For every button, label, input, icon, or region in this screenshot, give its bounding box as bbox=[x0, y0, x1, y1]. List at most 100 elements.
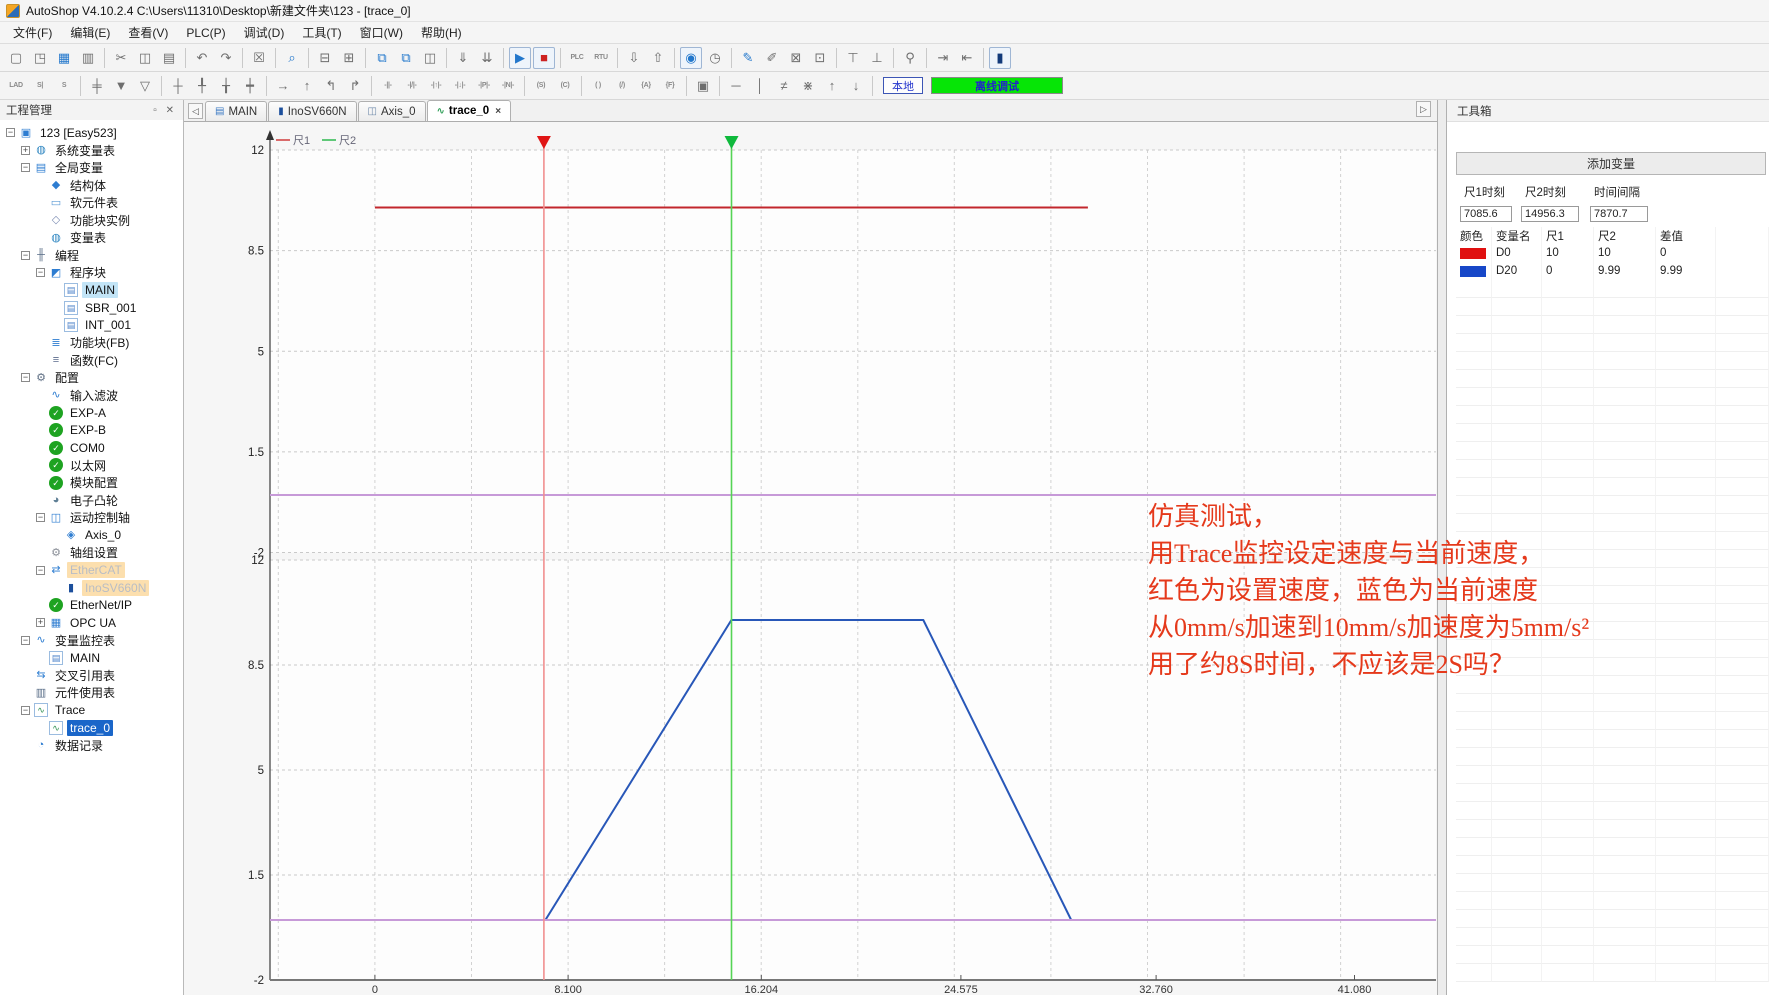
tree-item-编程[interactable]: −╫编程 bbox=[0, 247, 183, 265]
expand-icon[interactable]: + bbox=[36, 618, 45, 627]
tree-item-SBR_001[interactable]: ▤SBR_001 bbox=[0, 299, 183, 317]
menu-item-2[interactable]: 编辑(E) bbox=[61, 22, 119, 43]
expand-icon[interactable]: + bbox=[21, 146, 30, 155]
tree-item-配置[interactable]: −⚙配置 bbox=[0, 369, 183, 387]
open-project-icon[interactable]: ◳ bbox=[29, 47, 51, 69]
tree-item-EXP-B[interactable]: ✓EXP-B bbox=[0, 422, 183, 440]
tree-item-功能块实例[interactable]: ◇功能块实例 bbox=[0, 212, 183, 230]
tree-item-函数(FC)[interactable]: ≡函数(FC) bbox=[0, 352, 183, 370]
tab-MAIN[interactable]: ▤MAIN bbox=[205, 101, 267, 121]
collapse-icon[interactable]: − bbox=[21, 251, 30, 260]
step-out-icon[interactable]: ⇤ bbox=[956, 47, 978, 69]
wire-double-icon[interactable]: ┿ bbox=[239, 75, 261, 97]
tree-item-功能块(FB)[interactable]: ≣功能块(FB) bbox=[0, 334, 183, 352]
copy-icon[interactable]: ◫ bbox=[134, 47, 156, 69]
collapse-icon[interactable]: − bbox=[36, 566, 45, 575]
tree-item-INT_001[interactable]: ▤INT_001 bbox=[0, 317, 183, 335]
tree-item-以太网[interactable]: ✓以太网 bbox=[0, 457, 183, 475]
redo-icon[interactable]: ↷ bbox=[215, 47, 237, 69]
block-a-icon[interactable]: {A} bbox=[635, 75, 657, 97]
tree-item-MAIN[interactable]: ▤MAIN bbox=[0, 649, 183, 667]
line-up-icon[interactable]: ↑ bbox=[296, 75, 318, 97]
ruler-field-value[interactable]: 7085.6 bbox=[1460, 206, 1512, 222]
menu-item-4[interactable]: PLC(P) bbox=[177, 24, 234, 42]
run-icon[interactable]: ▶ bbox=[509, 47, 531, 69]
edit-mode-icon[interactable]: ✐ bbox=[761, 47, 783, 69]
tab-InoSV660N[interactable]: ▮InoSV660N bbox=[268, 101, 356, 121]
save-icon[interactable]: ▦ bbox=[53, 47, 75, 69]
tree-item-运动控制轴[interactable]: −◫运动控制轴 bbox=[0, 509, 183, 527]
find-icon[interactable]: ⌕ bbox=[281, 47, 303, 69]
window-split-icon[interactable]: ◫ bbox=[419, 47, 441, 69]
local-mode-button[interactable]: 本地 bbox=[883, 77, 923, 94]
rtu-program-icon[interactable]: RTU bbox=[590, 47, 612, 69]
tree-item-EXP-A[interactable]: ✓EXP-A bbox=[0, 404, 183, 422]
variable-row-D0[interactable]: D010100 bbox=[1456, 244, 1769, 262]
tree-item-输入滤波[interactable]: ∿输入滤波 bbox=[0, 387, 183, 405]
plc-program-icon[interactable]: PLC bbox=[566, 47, 588, 69]
tree-item-软元件表[interactable]: ▭软元件表 bbox=[0, 194, 183, 212]
tree-item-InoSV660N[interactable]: ▮InoSV660N bbox=[0, 579, 183, 597]
tree-item-COM0[interactable]: ✓COM0 bbox=[0, 439, 183, 457]
window-new-icon[interactable]: ⧉ bbox=[395, 47, 417, 69]
menu-item-6[interactable]: 工具(T) bbox=[293, 22, 350, 43]
step-into-icon[interactable]: ⇥ bbox=[932, 47, 954, 69]
collapse-icon[interactable]: − bbox=[36, 268, 45, 277]
upload-icon[interactable]: ⇧ bbox=[647, 47, 669, 69]
tree-item-trace_0[interactable]: ∿trace_0 bbox=[0, 719, 183, 737]
line-corner-up-icon[interactable]: ↱ bbox=[344, 75, 366, 97]
pin-tool-icon[interactable]: ⚲ bbox=[899, 47, 921, 69]
contact-n-icon[interactable]: -|N|- bbox=[497, 75, 519, 97]
trace-chart-svg[interactable]: 128.551.5-2128.551.5-208.10016.20424.575… bbox=[184, 122, 1437, 995]
cut-icon[interactable]: ✂ bbox=[110, 47, 132, 69]
menu-item-1[interactable]: 文件(F) bbox=[4, 22, 61, 43]
compile-icon[interactable]: ⇓ bbox=[452, 47, 474, 69]
move-down-icon[interactable]: ↓ bbox=[845, 75, 867, 97]
tree-item-Axis_0[interactable]: ◈Axis_0 bbox=[0, 527, 183, 545]
coil-icon[interactable]: ( ) bbox=[587, 75, 609, 97]
tree-item-系统变量表[interactable]: +◍系统变量表 bbox=[0, 142, 183, 160]
tab-scroll-right-icon[interactable]: ▷ bbox=[1416, 101, 1431, 117]
tab-close-icon[interactable]: × bbox=[495, 106, 501, 117]
delete-wire-icon[interactable]: ⋇ bbox=[797, 75, 819, 97]
collapse-icon[interactable]: − bbox=[21, 163, 30, 172]
close-icon[interactable]: ✕ bbox=[166, 105, 177, 116]
window-cascade-icon[interactable]: ⧉ bbox=[371, 47, 393, 69]
tree-item-变量表[interactable]: ◍变量表 bbox=[0, 229, 183, 247]
time-monitor-icon[interactable]: ◷ bbox=[704, 47, 726, 69]
wire-cross-icon[interactable]: ┼ bbox=[167, 75, 189, 97]
tree-item-交叉引用表[interactable]: ⇆交叉引用表 bbox=[0, 667, 183, 685]
coil-not-icon[interactable]: (/) bbox=[611, 75, 633, 97]
tree-item-全局变量[interactable]: −▤全局变量 bbox=[0, 159, 183, 177]
tree-item-Trace[interactable]: −∿Trace bbox=[0, 702, 183, 720]
compile-all-icon[interactable]: ⇊ bbox=[476, 47, 498, 69]
offline-debug-button[interactable]: 离线调试 bbox=[931, 77, 1063, 94]
collapse-icon[interactable]: − bbox=[21, 706, 30, 715]
add-variable-button[interactable]: 添加变量 bbox=[1456, 152, 1766, 175]
stl-view-icon[interactable]: S bbox=[53, 75, 75, 97]
print-preview-icon[interactable]: ⊞ bbox=[338, 47, 360, 69]
menu-item-3[interactable]: 查看(V) bbox=[119, 22, 177, 43]
app-instruction-icon[interactable]: ▣ bbox=[692, 75, 714, 97]
save-all-icon[interactable]: ▥ bbox=[77, 47, 99, 69]
v-line-icon[interactable]: │ bbox=[749, 75, 771, 97]
contact-rise-icon[interactable]: -|↑|- bbox=[425, 75, 447, 97]
print-icon[interactable]: ⊟ bbox=[314, 47, 336, 69]
delete-icon[interactable]: ☒ bbox=[248, 47, 270, 69]
collapse-icon[interactable]: − bbox=[21, 636, 30, 645]
move-up-icon[interactable]: ↑ bbox=[821, 75, 843, 97]
bus-bar-icon[interactable]: ╪ bbox=[86, 75, 108, 97]
tree-item-EtherCAT[interactable]: −⇄EtherCAT bbox=[0, 562, 183, 580]
collapse-icon[interactable]: − bbox=[36, 513, 45, 522]
tree-item-电子凸轮[interactable]: ◕电子凸轮 bbox=[0, 492, 183, 510]
tree-item-OPC UA[interactable]: +▦OPC UA bbox=[0, 614, 183, 632]
tree-item-MAIN[interactable]: ▤MAIN bbox=[0, 282, 183, 300]
delete-line-icon[interactable]: ≠ bbox=[773, 75, 795, 97]
tree-item-EtherNet/IP[interactable]: ✓EtherNet/IP bbox=[0, 597, 183, 615]
collapse-icon[interactable]: − bbox=[6, 128, 15, 137]
collapse-icon[interactable]: − bbox=[21, 373, 30, 382]
sfc-view-icon[interactable]: S| bbox=[29, 75, 51, 97]
monitor-icon[interactable]: ◉ bbox=[680, 47, 702, 69]
new-file-icon[interactable]: ▢ bbox=[5, 47, 27, 69]
variable-row-D20[interactable]: D2009.999.99 bbox=[1456, 262, 1769, 280]
